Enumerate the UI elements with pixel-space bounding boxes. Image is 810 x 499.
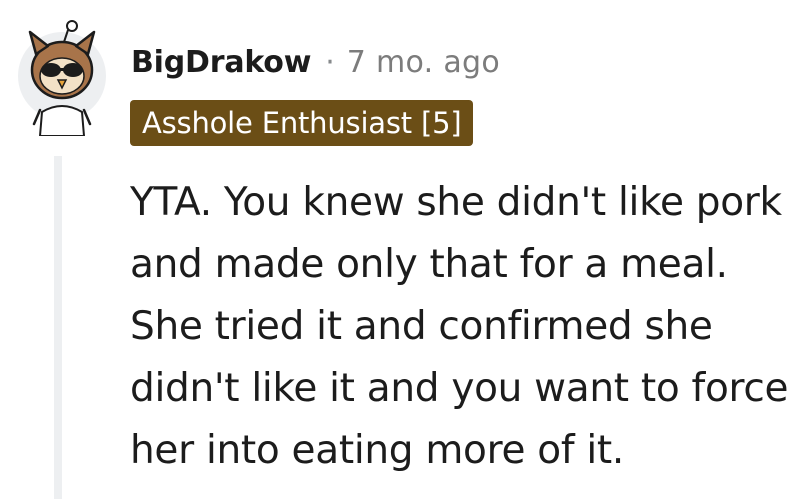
meta-separator: · bbox=[325, 44, 335, 80]
snoo-owl-avatar-icon bbox=[18, 20, 106, 136]
user-avatar[interactable] bbox=[16, 14, 108, 136]
thread-line[interactable] bbox=[54, 156, 62, 499]
comment-timestamp[interactable]: 7 mo. ago bbox=[347, 45, 500, 80]
username-link[interactable]: BigDrakow bbox=[131, 45, 311, 80]
user-flair-badge: Asshole Enthusiast [5] bbox=[130, 100, 474, 146]
comment-header: BigDrakow · 7 mo. ago bbox=[131, 40, 500, 84]
comment-body: YTA. You knew she didn't like pork and m… bbox=[130, 180, 789, 473]
